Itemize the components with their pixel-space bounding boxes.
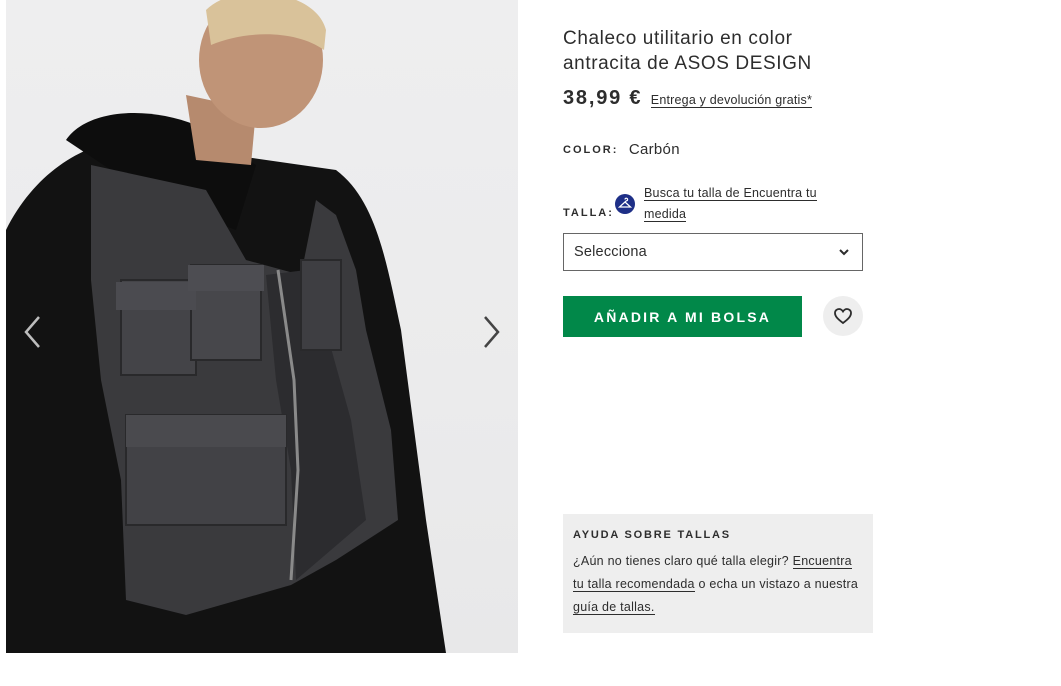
size-help-text-intro: ¿Aún no tienes claro qué talla elegir? [573, 554, 789, 568]
find-my-size-link-text: Busca tu talla de Encuentra tu medida [644, 186, 817, 222]
product-price: 38,99 € [563, 87, 643, 109]
heart-icon [834, 308, 852, 325]
size-select-value: Selecciona [574, 244, 647, 260]
delivery-returns-link[interactable]: Entrega y devolución gratis* [650, 93, 813, 108]
size-guide-link[interactable]: guía de tallas. [573, 600, 655, 615]
size-help-title: AYUDA SOBRE TALLAS [573, 529, 731, 541]
color-value: Carbón [628, 141, 680, 158]
size-help-box: AYUDA SOBRE TALLAS ¿Aún no tienes claro … [563, 514, 873, 633]
size-help-text: ¿Aún no tienes claro qué talla elegir? E… [573, 550, 863, 619]
price-row: 38,99 € Entrega y devolución gratis* [563, 87, 813, 110]
add-to-bag-button[interactable]: AÑADIR A MI BOLSA [563, 296, 802, 337]
product-photo [6, 0, 446, 653]
size-select[interactable]: Selecciona [563, 233, 863, 271]
gallery-prev-button[interactable] [12, 308, 52, 356]
product-title: Chaleco utilitario en color antracita de… [563, 28, 812, 74]
chevron-left-icon [24, 316, 40, 348]
product-image-gallery [6, 0, 518, 653]
color-label: COLOR: [563, 144, 619, 156]
save-for-later-button[interactable] [823, 296, 863, 336]
color-row: COLOR: Carbón [563, 141, 680, 159]
size-label: TALLA: [563, 207, 614, 219]
chevron-right-icon [484, 316, 500, 348]
find-my-size-link[interactable]: Busca tu talla de Encuentra tu medida [644, 183, 834, 225]
chevron-down-icon [839, 249, 849, 256]
hanger-icon [615, 194, 635, 214]
gallery-next-button[interactable] [472, 308, 512, 356]
size-help-text-middle: o echa un vistazo a nuestra [698, 577, 859, 591]
